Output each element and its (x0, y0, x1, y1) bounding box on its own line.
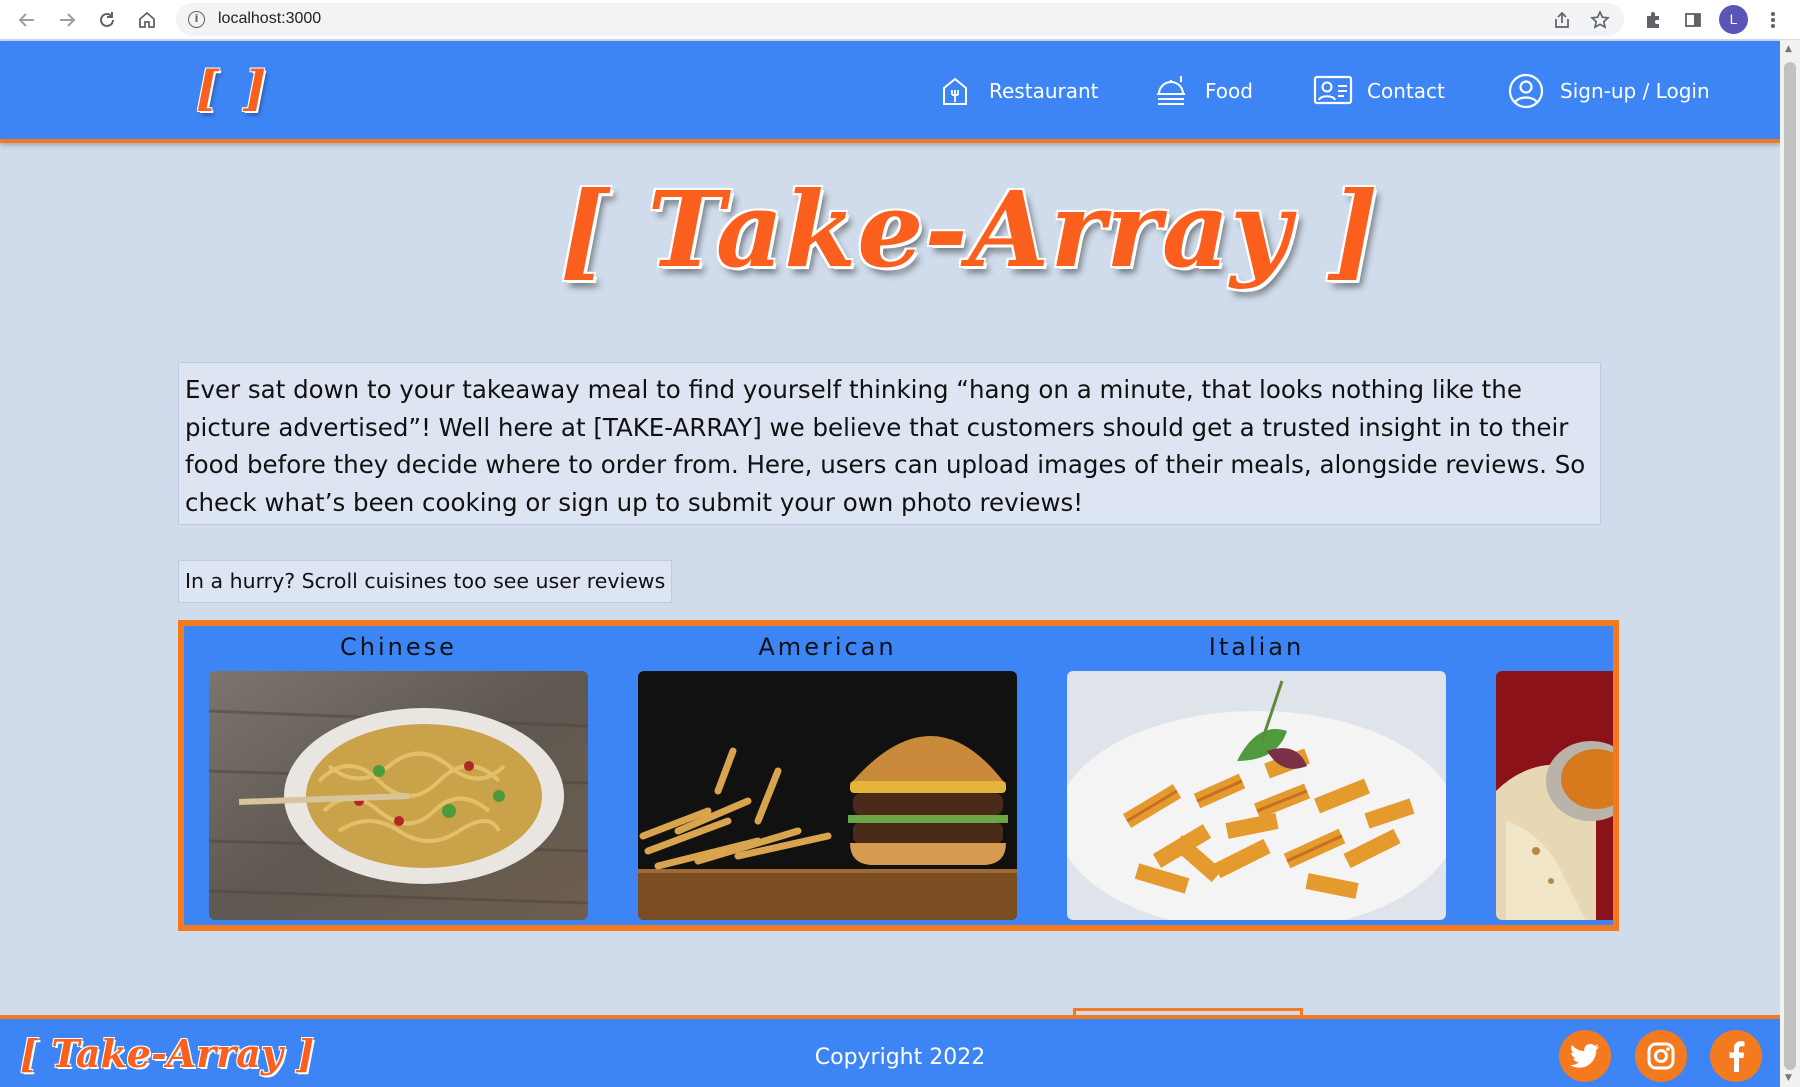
intro-paragraph: Ever sat down to your takeaway meal to f… (178, 362, 1601, 525)
scroll-down-icon[interactable]: ▼ (1785, 1073, 1792, 1083)
scrollbar-thumb[interactable] (1784, 62, 1796, 1070)
star-icon[interactable] (1590, 10, 1610, 35)
site-header: [ ] Restaurant Food Contact Sign-up / Lo… (0, 41, 1780, 143)
menu-dots-icon[interactable] (1760, 7, 1786, 33)
cuisine-title: American (758, 633, 897, 661)
nav-label-restaurant: Restaurant (989, 79, 1099, 103)
site-footer: [ Take-Array ] Copyright 2022 (0, 1015, 1780, 1087)
copyright-text: Copyright 2022 (814, 1045, 986, 1070)
scroll-up-icon[interactable]: ▲ (1785, 44, 1792, 54)
browser-toolbar: i localhost:3000 L (0, 0, 1800, 40)
noodles-photo[interactable] (209, 671, 588, 920)
nav-label-contact: Contact (1367, 79, 1445, 103)
instagram-icon[interactable] (1635, 1030, 1687, 1082)
nav-item-restaurant[interactable]: Restaurant (935, 71, 1099, 111)
nav-label-signup-login: Sign-up / Login (1560, 79, 1710, 103)
restaurant-icon (935, 71, 975, 111)
nav-item-food[interactable]: Food (1151, 71, 1253, 111)
cuisine-title: Italian (1208, 633, 1305, 661)
twitter-icon[interactable] (1559, 1030, 1611, 1082)
forward-arrow-icon[interactable] (54, 7, 80, 33)
user-icon (1506, 71, 1546, 111)
address-bar[interactable]: i localhost:3000 (176, 3, 1624, 36)
food-icon (1151, 71, 1191, 111)
contact-icon (1313, 71, 1353, 111)
scroll-hint: In a hurry? Scroll cuisines too see user… (178, 560, 673, 603)
nav-item-signup-login[interactable]: Sign-up / Login (1506, 71, 1710, 111)
hero-title: [ Take-Array ] (560, 168, 1380, 291)
indian-photo[interactable] (1496, 671, 1613, 920)
cuisine-title: Chinese (340, 633, 457, 661)
burger-photo[interactable] (638, 671, 1017, 920)
nav-label-food: Food (1205, 79, 1253, 103)
page-scrollbar[interactable]: ▲ ▼ (1780, 40, 1800, 1087)
nav-item-contact[interactable]: Contact (1313, 71, 1445, 111)
reload-icon[interactable] (94, 7, 120, 33)
info-icon[interactable]: i (188, 11, 205, 28)
pasta-photo[interactable] (1067, 671, 1446, 920)
home-icon[interactable] (134, 7, 160, 33)
share-icon[interactable] (1552, 10, 1572, 35)
cuisine-carousel[interactable]: Chinese American Italian (178, 620, 1619, 931)
header-logo[interactable]: [ ] (196, 61, 270, 117)
url-text: localhost:3000 (218, 10, 322, 27)
side-panel-icon[interactable] (1680, 7, 1706, 33)
profile-avatar[interactable]: L (1719, 5, 1748, 34)
back-arrow-icon[interactable] (14, 7, 40, 33)
facebook-icon[interactable] (1710, 1030, 1762, 1082)
extensions-icon[interactable] (1640, 7, 1666, 33)
